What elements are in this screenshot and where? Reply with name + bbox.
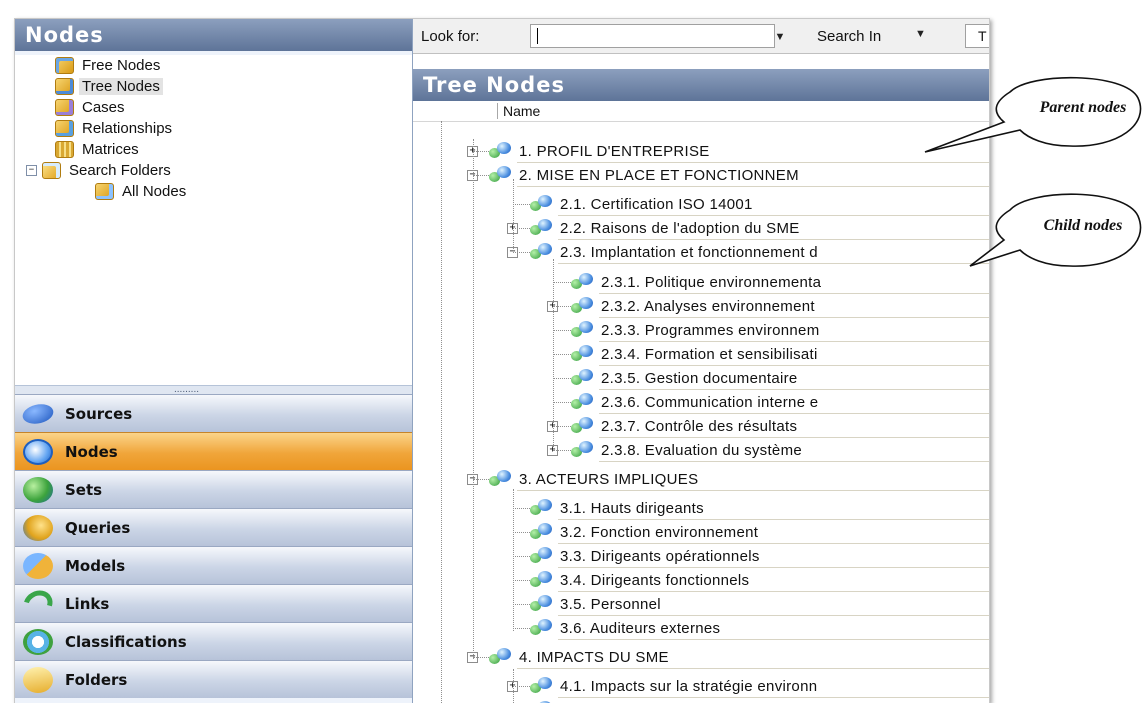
child-nodes-callout-text: Child nodes [1038,216,1128,235]
parent-nodes-callout-text: Parent nodes [1038,98,1128,117]
annotation-callouts [0,0,1148,702]
